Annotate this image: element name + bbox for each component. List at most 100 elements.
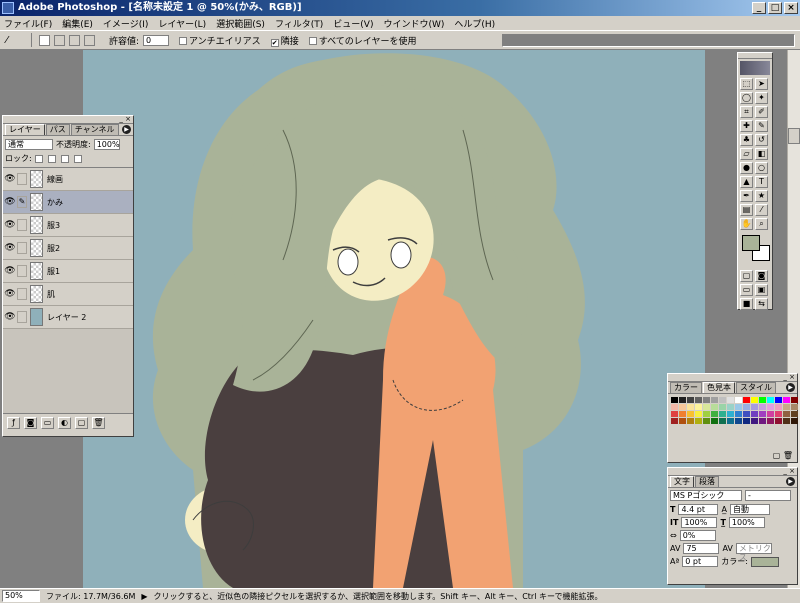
- tab-layers[interactable]: レイヤー: [5, 124, 45, 135]
- horizontal-scale-input[interactable]: 100%: [728, 517, 765, 528]
- stamp-tool-icon[interactable]: ♣: [740, 134, 753, 146]
- all-layers-checkbox[interactable]: [308, 36, 317, 45]
- baseline-input[interactable]: 0 pt: [682, 556, 719, 567]
- eyedropper-icon[interactable]: ⁄: [755, 204, 768, 216]
- hand-tool-icon[interactable]: ✋: [740, 218, 753, 230]
- pen-tool-icon[interactable]: ✒: [740, 190, 753, 202]
- imageready-icon[interactable]: ⇆: [755, 298, 768, 310]
- tab-character[interactable]: 文字: [670, 476, 694, 487]
- foreground-color[interactable]: [742, 235, 760, 251]
- panel-close-icon[interactable]: _ ×: [119, 116, 131, 123]
- type-tool-icon[interactable]: T: [755, 176, 768, 188]
- vertical-scale-input[interactable]: 100%: [681, 517, 718, 528]
- new-swatch-icon[interactable]: ▢: [773, 451, 781, 460]
- toolbox-header[interactable]: [738, 53, 772, 59]
- slice-tool-icon[interactable]: ✐: [755, 106, 768, 118]
- link-slot[interactable]: [17, 219, 27, 231]
- antialias-checkbox[interactable]: [179, 36, 188, 45]
- menu-edit[interactable]: 編集(E): [62, 17, 93, 30]
- layer-style-icon[interactable]: ƒ: [7, 417, 20, 429]
- tab-paths[interactable]: パス: [45, 124, 70, 135]
- menu-window[interactable]: ウインドウ(W): [383, 17, 444, 30]
- tab-channels[interactable]: チャンネル: [70, 124, 119, 135]
- swatch[interactable]: [775, 397, 782, 403]
- swatch[interactable]: [687, 397, 694, 403]
- swatch[interactable]: [727, 397, 734, 403]
- adjustment-layer-icon[interactable]: ◐: [58, 417, 71, 429]
- menu-file[interactable]: ファイル(F): [4, 17, 52, 30]
- swatches-panel-header[interactable]: _ ×: [668, 374, 797, 382]
- eye-icon[interactable]: 👁: [3, 266, 17, 276]
- blend-mode-select[interactable]: 通常: [5, 139, 53, 150]
- swatch[interactable]: [743, 418, 750, 424]
- swatch[interactable]: [727, 418, 734, 424]
- swatch[interactable]: [783, 404, 790, 410]
- swatch[interactable]: [759, 418, 766, 424]
- eye-icon[interactable]: 👁: [3, 312, 17, 322]
- quickmask-mode-icon[interactable]: ◙: [755, 270, 768, 282]
- tolerance-input[interactable]: 0: [143, 34, 170, 46]
- panel-close-icon[interactable]: _ ×: [783, 468, 795, 475]
- lock-transparency-checkbox[interactable]: [34, 154, 43, 163]
- swatch[interactable]: [743, 411, 750, 417]
- eye-icon[interactable]: 👁: [3, 174, 17, 184]
- adobe-online-icon[interactable]: [740, 61, 770, 75]
- swatch[interactable]: [671, 404, 678, 410]
- path-select-icon[interactable]: ▲: [740, 176, 753, 188]
- tracking-input[interactable]: 75: [683, 543, 720, 554]
- swatch[interactable]: [719, 404, 726, 410]
- notes-tool-icon[interactable]: ▤: [740, 204, 753, 216]
- subtract-selection-icon[interactable]: [69, 34, 80, 46]
- swatch[interactable]: [735, 397, 742, 403]
- panel-menu-icon[interactable]: ▶: [122, 125, 131, 134]
- eraser-tool-icon[interactable]: ▱: [740, 148, 753, 160]
- swatch-grid[interactable]: [668, 394, 798, 427]
- swatch[interactable]: [687, 404, 694, 410]
- swatch[interactable]: [767, 418, 774, 424]
- layers-panel-header[interactable]: _ ×: [3, 116, 133, 124]
- magic-wand-icon[interactable]: ⁄: [6, 35, 24, 46]
- swatch[interactable]: [775, 418, 782, 424]
- eye-icon[interactable]: 👁: [3, 243, 17, 253]
- swatch[interactable]: [791, 411, 798, 417]
- swatch[interactable]: [719, 418, 726, 424]
- status-arrow-icon[interactable]: ▶: [141, 592, 147, 601]
- tab-swatches[interactable]: 色見本: [703, 382, 735, 393]
- swatch[interactable]: [727, 411, 734, 417]
- add-selection-icon[interactable]: [54, 34, 65, 46]
- palette-well[interactable]: [502, 34, 795, 47]
- swatch[interactable]: [711, 418, 718, 424]
- font-family-select[interactable]: MS Pゴシック: [670, 490, 742, 501]
- swatch[interactable]: [751, 404, 758, 410]
- lock-position-checkbox[interactable]: [60, 154, 69, 163]
- intersect-selection-icon[interactable]: [84, 34, 95, 46]
- swatch[interactable]: [671, 411, 678, 417]
- menu-filter[interactable]: フィルタ(T): [275, 17, 323, 30]
- tab-color[interactable]: カラー: [670, 382, 702, 393]
- eye-icon[interactable]: 👁: [3, 289, 17, 299]
- standard-mode-icon[interactable]: ▢: [740, 270, 753, 282]
- character-panel-header[interactable]: _ ×: [668, 468, 797, 476]
- swatch[interactable]: [687, 418, 694, 424]
- swatch[interactable]: [671, 418, 678, 424]
- swatch[interactable]: [703, 411, 710, 417]
- swatch[interactable]: [759, 404, 766, 410]
- menu-help[interactable]: ヘルプ(H): [454, 17, 495, 30]
- move-tool-icon[interactable]: ➤: [755, 78, 768, 90]
- layer-row[interactable]: 👁 服2: [3, 237, 133, 260]
- link-slot[interactable]: [17, 265, 27, 277]
- swatch[interactable]: [743, 397, 750, 403]
- magic-wand-tool-icon[interactable]: ✦: [755, 92, 768, 104]
- swatch[interactable]: [711, 404, 718, 410]
- menu-layer[interactable]: レイヤー(L): [158, 17, 206, 30]
- bucket-tool-icon[interactable]: ◧: [755, 148, 768, 160]
- contiguous-checkbox[interactable]: ✔: [270, 38, 279, 47]
- swatch[interactable]: [703, 397, 710, 403]
- lock-all-checkbox[interactable]: [73, 154, 82, 163]
- link-slot[interactable]: [17, 173, 27, 185]
- lock-image-checkbox[interactable]: [47, 154, 56, 163]
- zoom-tool-icon[interactable]: ⌕: [755, 218, 768, 230]
- swatch[interactable]: [775, 404, 782, 410]
- brush-icon[interactable]: ✎: [17, 196, 27, 208]
- swatch[interactable]: [751, 411, 758, 417]
